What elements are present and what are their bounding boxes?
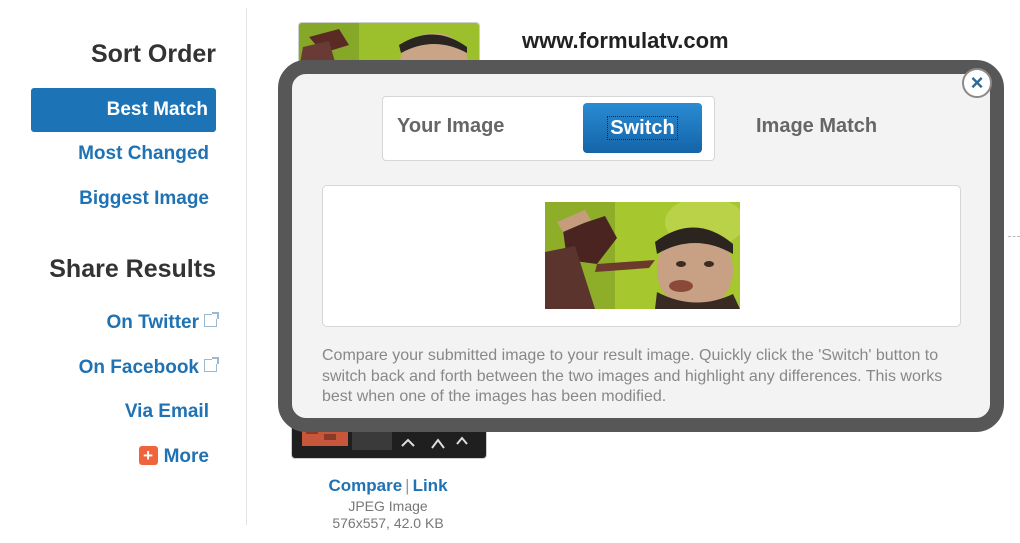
external-link-icon [204,357,219,372]
sort-most-changed-link[interactable]: Most Changed [78,143,209,165]
result-image-type: JPEG Image [348,498,428,514]
compare-image-photo [545,202,740,309]
compare-image [545,202,740,309]
link-separator: | [405,476,410,495]
share-results-heading: Share Results [49,255,216,283]
share-twitter-label: On Twitter [106,312,199,333]
result-links: Compare | Link [291,476,485,496]
share-facebook-label: On Facebook [78,357,199,378]
your-image-label: Your Image [397,115,505,137]
share-twitter-link[interactable]: On Twitter [106,312,219,334]
divider-dash [1008,236,1020,237]
switch-button[interactable]: Switch [583,103,702,153]
switch-button-label: Switch [607,116,678,140]
image-link[interactable]: Link [413,476,448,495]
result-image-size: 576x557, 42.0 KB [332,515,444,531]
compare-link[interactable]: Compare [328,476,402,495]
image-match-label: Image Match [756,115,878,137]
modal-description: Compare your submitted image to your res… [322,347,943,405]
result-site-title[interactable]: www.formulatv.com [522,28,729,54]
share-more-label: More [163,446,209,467]
plus-icon: + [138,446,158,465]
external-link-icon [204,312,219,327]
sort-best-match-button[interactable]: Best Match [31,88,216,132]
share-more-link[interactable]: + More [138,446,209,468]
sidebar-divider [246,8,247,525]
sort-order-heading: Sort Order [90,40,216,68]
share-email-link[interactable]: Via Email [125,401,209,423]
close-icon[interactable]: × [962,68,992,98]
sidebar: Sort Order Best Match Most Changed Bigge… [0,0,246,543]
share-facebook-link[interactable]: On Facebook [78,357,219,379]
sort-biggest-image-link[interactable]: Biggest Image [79,188,209,210]
